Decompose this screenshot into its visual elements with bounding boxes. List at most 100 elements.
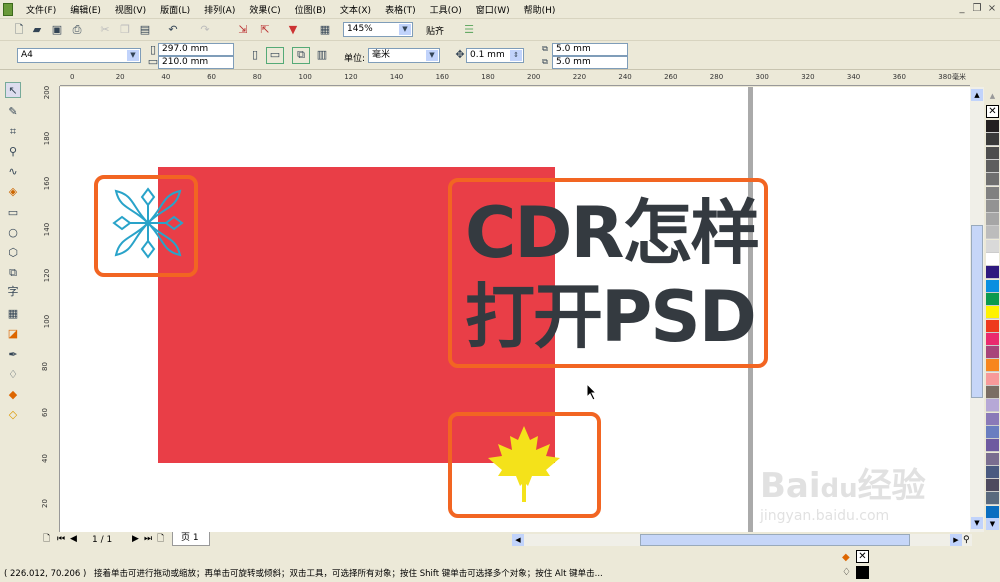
zoom-navigator-icon[interactable]: ⚲ [963, 534, 970, 546]
color-swatch[interactable] [986, 306, 999, 320]
scroll-right-icon[interactable]: ▶ [950, 534, 962, 546]
color-swatch[interactable] [986, 120, 999, 133]
page-width-field[interactable]: 297.0 mm [158, 43, 234, 56]
menu-arrange[interactable]: 排列(A) [204, 3, 235, 16]
ellipse-tool-icon[interactable]: ○ [5, 225, 21, 241]
vertical-scrollbar[interactable]: ▲ ▼ [970, 87, 984, 532]
color-swatch[interactable] [986, 279, 999, 293]
color-swatch[interactable] [986, 372, 999, 386]
scroll-thumb[interactable] [640, 534, 910, 546]
snap-to-button[interactable]: 贴齐 [426, 24, 444, 37]
menu-layout[interactable]: 版面(L) [160, 3, 190, 16]
polygon-tool-icon[interactable]: ⬡ [5, 245, 21, 261]
current-page-icon[interactable]: ▥ [315, 48, 329, 62]
first-page-icon[interactable]: ⏮ [57, 533, 65, 545]
add-page-after-icon[interactable]: 🗋 [157, 533, 164, 545]
scroll-left-icon[interactable]: ◀ [512, 534, 524, 546]
maple-leaf-icon[interactable] [484, 424, 564, 504]
outline-pen-icon[interactable]: ♢ [5, 367, 21, 383]
cut-icon[interactable]: ✂ [98, 23, 112, 37]
text-tool-icon[interactable]: 字 [5, 284, 21, 300]
last-page-icon[interactable]: ⏭ [144, 533, 152, 545]
paste-icon[interactable]: ▤ [138, 23, 152, 37]
duplicate-y-field[interactable]: 5.0 mm [552, 56, 628, 69]
color-swatch[interactable] [986, 346, 999, 360]
page-height-field[interactable]: 210.0 mm [158, 56, 234, 69]
menu-help[interactable]: 帮助(H) [524, 3, 556, 16]
fill-tool-icon[interactable]: ◆ [5, 387, 21, 403]
outline-color-black[interactable] [856, 566, 869, 579]
menu-tools[interactable]: 工具(O) [430, 3, 462, 16]
publish-pdf-icon[interactable]: ▼ [286, 23, 300, 37]
no-color-swatch[interactable]: ✕ [986, 105, 999, 118]
interactive-fill-icon[interactable]: ◇ [5, 407, 21, 423]
color-swatch[interactable] [986, 292, 999, 306]
title-line-2[interactable]: 打开PSD [465, 277, 757, 357]
add-page-before-icon[interactable]: 🗋 [43, 533, 50, 545]
open-icon[interactable]: ▰ [30, 23, 44, 37]
scroll-up-icon[interactable]: ▲ [971, 89, 983, 101]
zoom-level-select[interactable]: 145% ▼ [343, 22, 413, 37]
vertical-ruler[interactable]: 200 180 160 140 120 100 80 60 40 20 [40, 86, 60, 532]
palette-scroll-up-icon[interactable]: ▲ [986, 90, 999, 102]
menu-edit[interactable]: 编辑(E) [70, 3, 101, 16]
menu-table[interactable]: 表格(T) [385, 3, 416, 16]
interactive-tools-icon[interactable]: ◪ [5, 326, 21, 342]
menu-view[interactable]: 视图(V) [115, 3, 146, 16]
app-launcher-icon[interactable]: ▦ [318, 23, 332, 37]
smart-fill-icon[interactable]: ◈ [5, 184, 21, 200]
color-swatch[interactable] [986, 226, 999, 240]
table-tool-icon[interactable]: ▦ [5, 306, 21, 322]
next-page-icon[interactable]: ▶ [132, 533, 139, 545]
portrait-icon[interactable]: ▯ [248, 48, 262, 62]
color-swatch[interactable] [986, 173, 999, 187]
freehand-tool-icon[interactable]: ∿ [5, 164, 21, 180]
all-pages-icon[interactable]: ⧉ [292, 47, 310, 64]
color-swatch[interactable] [986, 359, 999, 373]
horizontal-ruler[interactable]: 0 20 40 60 80 100 120 140 160 180 200 220 240 260 280 3… [60, 72, 970, 86]
duplicate-x-field[interactable]: 5.0 mm [552, 43, 628, 56]
color-swatch[interactable] [986, 253, 999, 266]
color-swatch[interactable] [986, 319, 999, 333]
color-swatch[interactable] [986, 492, 999, 506]
color-swatch[interactable] [986, 186, 999, 200]
color-swatch[interactable] [986, 266, 999, 280]
print-icon[interactable]: ⎙ [70, 23, 84, 37]
unit-select[interactable]: 毫米 ▼ [368, 48, 440, 63]
color-swatch[interactable] [986, 133, 999, 147]
teal-flower-logo-icon[interactable] [112, 187, 184, 259]
landscape-icon[interactable]: ▭ [266, 47, 284, 64]
fill-color-none[interactable]: ✕ [856, 550, 869, 563]
eyedropper-icon[interactable]: ✒ [5, 347, 21, 363]
menu-effects[interactable]: 效果(C) [249, 3, 280, 16]
scroll-thumb[interactable] [971, 225, 983, 398]
color-swatch[interactable] [986, 146, 999, 160]
color-swatch[interactable] [986, 412, 999, 426]
redo-icon[interactable]: ↷ [198, 23, 212, 37]
color-swatch[interactable] [986, 479, 999, 493]
shape-tool-icon[interactable]: ✎ [5, 104, 21, 120]
color-swatch[interactable] [986, 332, 999, 346]
palette-scroll-down-icon[interactable]: ▼ [986, 518, 999, 530]
prev-page-icon[interactable]: ◀ [70, 533, 77, 545]
color-swatch[interactable] [986, 465, 999, 479]
undo-icon[interactable]: ↶ [166, 23, 180, 37]
crop-tool-icon[interactable]: ⌗ [5, 124, 21, 140]
title-line-1[interactable]: CDR怎样 [465, 193, 760, 273]
restore-button[interactable]: ❐ [970, 3, 984, 16]
color-swatch[interactable] [986, 399, 999, 413]
menu-file[interactable]: 文件(F) [26, 3, 56, 16]
color-swatch[interactable] [986, 439, 999, 453]
color-swatch[interactable] [986, 425, 999, 439]
color-swatch[interactable] [986, 505, 999, 519]
color-swatch[interactable] [986, 386, 999, 399]
page-tab-1[interactable]: 页 1 [172, 532, 210, 546]
color-swatch[interactable] [986, 239, 999, 253]
zoom-tool-icon[interactable]: ⚲ [5, 144, 21, 160]
color-swatch[interactable] [986, 159, 999, 173]
menu-bitmaps[interactable]: 位图(B) [295, 3, 326, 16]
copy-icon[interactable]: ❐ [118, 23, 132, 37]
menu-text[interactable]: 文本(X) [340, 3, 371, 16]
rectangle-tool-icon[interactable]: ▭ [5, 205, 21, 221]
import-icon[interactable]: ⇲ [236, 23, 250, 37]
